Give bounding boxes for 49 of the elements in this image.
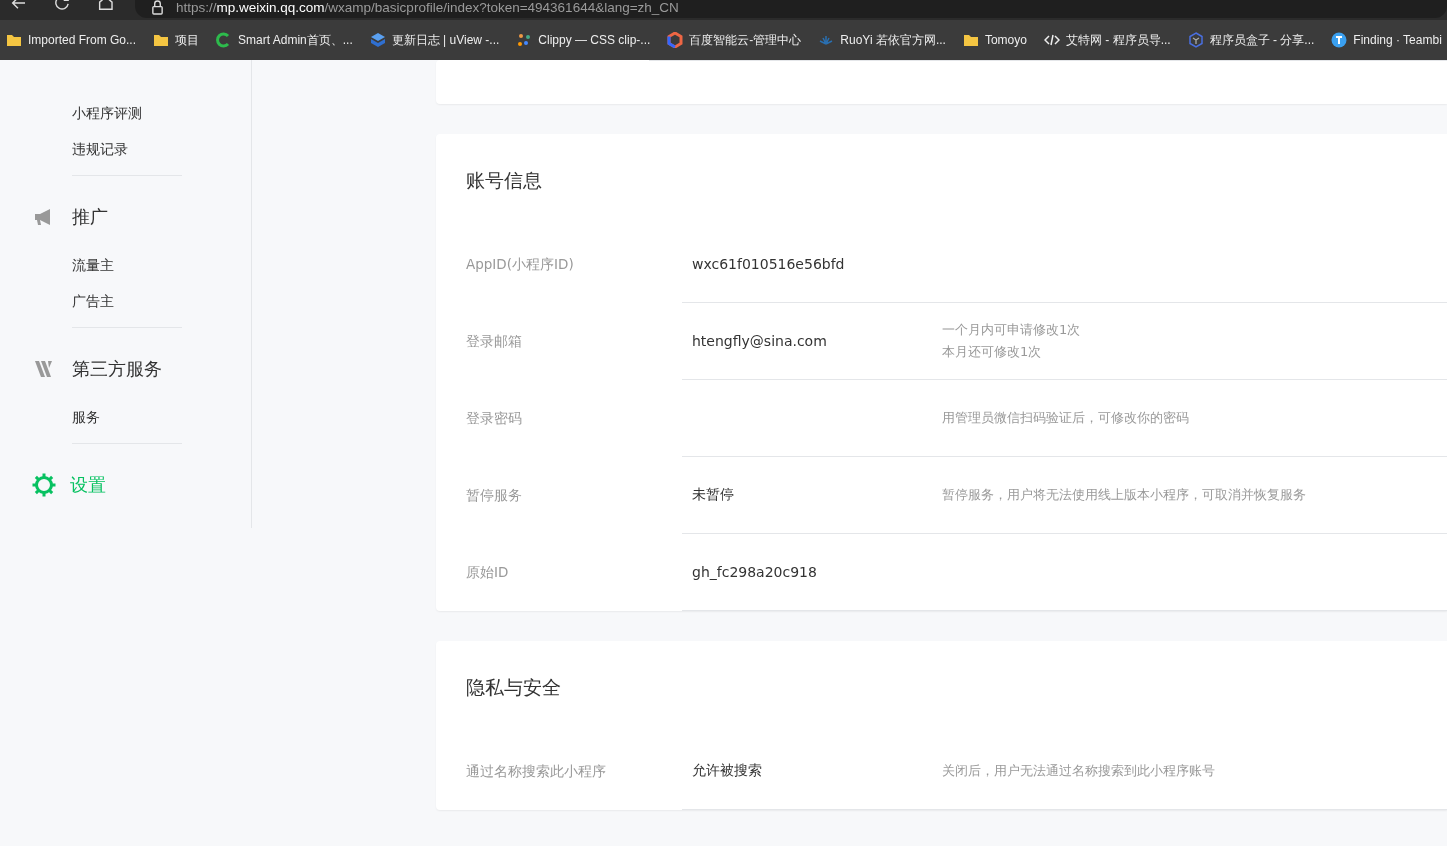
field-value: htengfly@sina.com	[692, 333, 827, 349]
address-bar[interactable]: https://mp.weixin.qq.com/wxamp/basicprofile/index?token=494361644&lang=zh_CN	[135, 0, 1447, 18]
field-value: 未暂停	[692, 486, 734, 502]
bookmark[interactable]: RuoYi 若依官方网...	[818, 31, 946, 49]
field-value: wxc61f010516e56bfd	[692, 256, 845, 272]
field-label: 通过名称搜索此小程序	[466, 761, 607, 781]
section-title: 隐私与安全	[466, 675, 562, 700]
hexagon-icon	[667, 32, 684, 48]
crossed-lines-icon	[34, 360, 54, 378]
cube-icon	[369, 32, 386, 48]
section-title: 账号信息	[466, 168, 543, 193]
field-label: 原始ID	[466, 562, 510, 582]
bookmark[interactable]: 程序员盒子 - 分享...	[1187, 31, 1315, 49]
field-value: 允许被搜索	[692, 762, 762, 778]
bookmark[interactable]: Finding · Teambi	[1331, 32, 1442, 48]
field-note: 关闭后，用户无法通过名称搜索到此小程序账号	[942, 762, 1215, 780]
nav-section[interactable]: 第三方服务	[34, 351, 251, 387]
bookmark[interactable]: Clippy — CSS clip-...	[516, 32, 651, 48]
field-label: 暂停服务	[466, 485, 523, 505]
nav-item[interactable]: 广告主	[72, 283, 251, 319]
code-icon	[1043, 32, 1060, 48]
nav-section[interactable]: 推广	[34, 199, 251, 235]
t-circle-icon	[1331, 32, 1348, 48]
nav-item[interactable]: 流量主	[72, 247, 251, 283]
field-label: 登录邮箱	[466, 331, 523, 351]
field-label: 登录密码	[466, 408, 523, 428]
bookmark[interactable]: 百度智能云-管理中心	[667, 31, 802, 49]
lock-icon[interactable]	[151, 0, 164, 15]
reload-icon[interactable]	[53, 0, 72, 12]
field-note: 暂停服务，用户将无法使用线上版本小程序，可取消并恢复服务	[942, 486, 1306, 504]
bookmark[interactable]: Tomoyo	[962, 32, 1027, 48]
nav-item[interactable]: 服务	[72, 399, 251, 435]
field-note: 本月还可修改1次	[942, 343, 1043, 361]
field-note: 用管理员微信扫码验证后，可修改你的密码	[942, 409, 1189, 427]
bookmark[interactable]: 项目	[153, 31, 200, 49]
field-value: gh_fc298a20c918	[692, 564, 817, 580]
dots-icon	[516, 32, 533, 48]
bookmark[interactable]: Smart Admin首页、...	[216, 31, 353, 49]
folder-icon	[153, 32, 170, 48]
folder-icon	[6, 32, 22, 48]
bookmark[interactable]: 艾特网 - 程序员导...	[1043, 31, 1171, 49]
folder-icon	[962, 32, 979, 48]
bookmark[interactable]: Imported From Go...	[6, 32, 137, 48]
nav-item[interactable]: 小程序评测	[72, 95, 251, 131]
bookmark[interactable]: 更新日志 | uView -...	[369, 31, 500, 49]
nav-item[interactable]: 违规记录	[72, 131, 251, 167]
settings-icon	[32, 473, 56, 497]
hexagon-icon	[1187, 32, 1204, 48]
field-label: AppID(小程序ID)	[466, 254, 575, 274]
